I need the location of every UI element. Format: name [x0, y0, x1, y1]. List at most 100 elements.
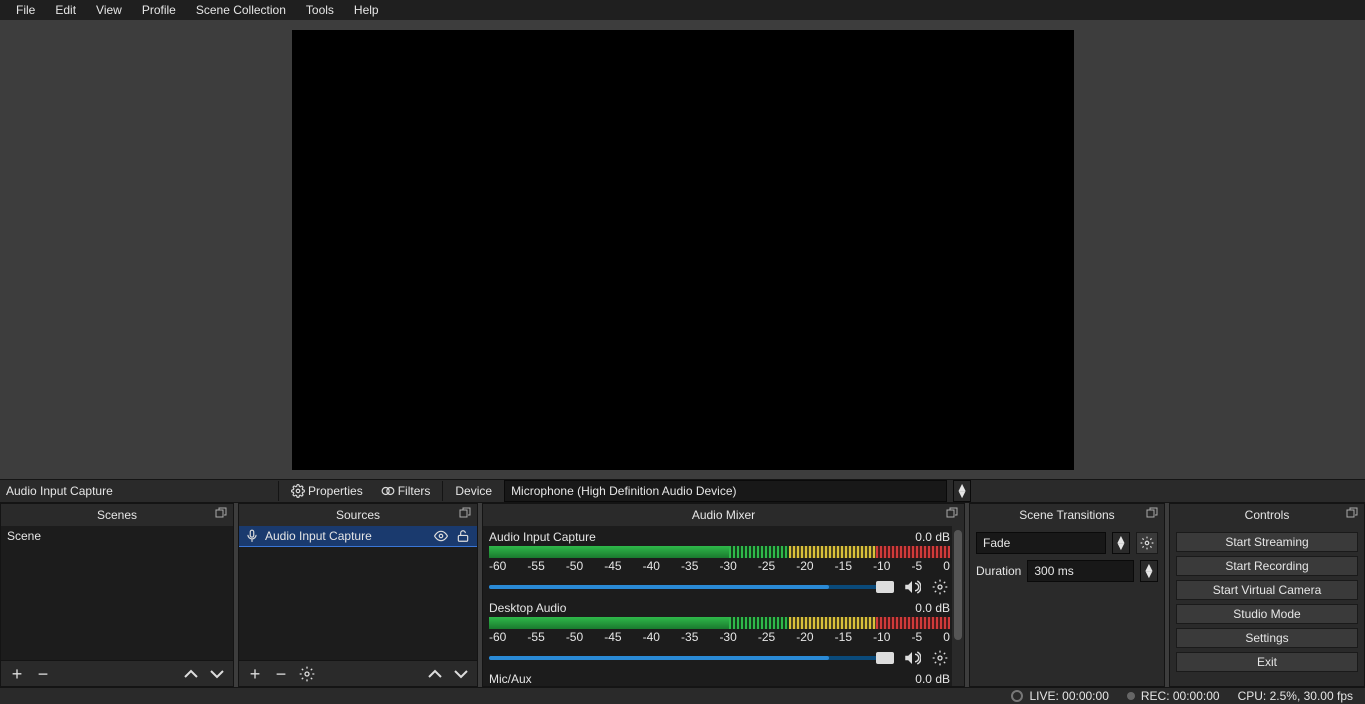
channel-settings-button[interactable] [930, 577, 950, 597]
chevron-down-icon: ▼ [956, 491, 968, 498]
properties-button[interactable]: Properties [285, 481, 369, 501]
status-live: LIVE: 00:00:00 [1011, 689, 1108, 703]
sources-title: Sources [239, 504, 477, 526]
lock-toggle[interactable] [455, 528, 471, 544]
status-cpu: CPU: 2.5%, 30.00 fps [1238, 689, 1353, 703]
filter-icon [381, 484, 395, 498]
audio-mixer-dock: Audio Mixer Audio Input Capture 0.0 dB -… [482, 503, 965, 687]
channel-name: Mic/Aux [489, 672, 532, 686]
broadcast-icon [1011, 690, 1023, 702]
transition-settings-button[interactable] [1136, 532, 1158, 554]
channel-db: 0.0 dB [915, 672, 950, 686]
channel-db: 0.0 dB [915, 530, 950, 544]
source-context-bar: Audio Input Capture Properties Filters D… [0, 479, 1365, 503]
popout-icon[interactable] [946, 507, 960, 521]
scenes-list[interactable]: Scene [1, 526, 233, 660]
status-rec: REC: 00:00:00 [1127, 689, 1220, 703]
sources-dock: Sources Audio Input Capture + − [238, 503, 478, 687]
menu-file[interactable]: File [6, 0, 45, 20]
scenes-toolbar: + − [1, 660, 233, 686]
transitions-body: Fade ▲▼ Duration 300 ms ▲▼ [970, 526, 1164, 686]
volume-slider[interactable] [489, 585, 894, 589]
visibility-toggle[interactable] [433, 528, 449, 544]
popout-icon[interactable] [459, 507, 473, 521]
mute-button[interactable] [902, 648, 922, 668]
selected-source-label: Audio Input Capture [4, 484, 272, 498]
move-source-down-button[interactable] [453, 668, 469, 680]
mute-button[interactable] [902, 577, 922, 597]
remove-source-button[interactable]: − [273, 667, 289, 681]
gear-icon [932, 650, 948, 666]
popout-icon[interactable] [215, 507, 229, 521]
move-source-up-button[interactable] [427, 668, 443, 680]
start-recording-button[interactable]: Start Recording [1176, 556, 1358, 576]
menu-edit[interactable]: Edit [45, 0, 86, 20]
chevron-up-icon [183, 668, 199, 680]
exit-button[interactable]: Exit [1176, 652, 1358, 672]
gear-icon [1140, 536, 1154, 550]
preview-canvas[interactable] [292, 30, 1074, 470]
scenes-dock: Scenes Scene + − [0, 503, 234, 687]
gear-icon [299, 666, 315, 682]
scenes-title: Scenes [1, 504, 233, 526]
volume-meter [489, 617, 950, 629]
controls-title: Controls [1170, 504, 1364, 526]
mixer-channel: Desktop Audio 0.0 dB -60-55-50-45-40-35-… [489, 601, 950, 668]
source-item-label: Audio Input Capture [265, 529, 427, 543]
device-label: Device [449, 484, 498, 498]
status-bar: LIVE: 00:00:00 REC: 00:00:00 CPU: 2.5%, … [0, 687, 1365, 704]
sources-toolbar: + − [239, 660, 477, 686]
speaker-icon [903, 578, 921, 596]
settings-button[interactable]: Settings [1176, 628, 1358, 648]
sources-list[interactable]: Audio Input Capture [239, 526, 477, 660]
transition-select[interactable]: Fade [976, 532, 1106, 554]
source-item[interactable]: Audio Input Capture [239, 526, 477, 546]
controls-body: Start Streaming Start Recording Start Vi… [1170, 526, 1364, 686]
device-select-spinner[interactable]: ▲ ▼ [953, 480, 971, 502]
channel-name: Audio Input Capture [489, 530, 596, 544]
add-source-button[interactable]: + [247, 667, 263, 681]
menu-tools[interactable]: Tools [296, 0, 344, 20]
controls-dock: Controls Start Streaming Start Recording… [1169, 503, 1365, 687]
chevron-down-icon [453, 668, 469, 680]
transitions-dock: Scene Transitions Fade ▲▼ Duration 300 m… [969, 503, 1165, 687]
transition-select-spinner[interactable]: ▲▼ [1112, 532, 1130, 554]
channel-settings-button[interactable] [930, 648, 950, 668]
popout-icon[interactable] [1346, 507, 1360, 521]
popout-icon[interactable] [1146, 507, 1160, 521]
eye-icon [433, 529, 449, 543]
start-streaming-button[interactable]: Start Streaming [1176, 532, 1358, 552]
menu-view[interactable]: View [86, 0, 132, 20]
move-scene-up-button[interactable] [183, 668, 199, 680]
preview-area [0, 20, 1365, 479]
move-scene-down-button[interactable] [209, 668, 225, 680]
channel-db: 0.0 dB [915, 601, 950, 615]
chevron-up-icon [427, 668, 443, 680]
meter-ticks: -60-55-50-45-40-35-30-25-20-15-10-50 [489, 630, 950, 644]
mic-icon [245, 529, 259, 543]
mixer-channel: Audio Input Capture 0.0 dB -60-55-50-45-… [489, 530, 950, 597]
duration-spinner[interactable]: ▲▼ [1140, 560, 1158, 582]
chevron-down-icon [209, 668, 225, 680]
gear-icon [932, 579, 948, 595]
source-properties-button[interactable] [299, 666, 315, 682]
transitions-title: Scene Transitions [970, 504, 1164, 526]
studio-mode-button[interactable]: Studio Mode [1176, 604, 1358, 624]
menu-profile[interactable]: Profile [132, 0, 186, 20]
menu-bar: File Edit View Profile Scene Collection … [0, 0, 1365, 20]
gear-icon [291, 484, 305, 498]
mixer-body: Audio Input Capture 0.0 dB -60-55-50-45-… [483, 526, 964, 686]
mixer-scrollbar[interactable] [952, 526, 964, 686]
channel-name: Desktop Audio [489, 601, 566, 615]
volume-slider[interactable] [489, 656, 894, 660]
device-select[interactable]: Microphone (High Definition Audio Device… [504, 480, 947, 502]
mixer-channel: Mic/Aux 0.0 dB [489, 672, 950, 686]
menu-scene-collection[interactable]: Scene Collection [186, 0, 296, 20]
duration-input[interactable]: 300 ms [1027, 560, 1134, 582]
scene-item[interactable]: Scene [1, 526, 233, 546]
start-virtual-camera-button[interactable]: Start Virtual Camera [1176, 580, 1358, 600]
filters-button[interactable]: Filters [375, 481, 437, 501]
menu-help[interactable]: Help [344, 0, 389, 20]
remove-scene-button[interactable]: − [35, 667, 51, 681]
add-scene-button[interactable]: + [9, 667, 25, 681]
